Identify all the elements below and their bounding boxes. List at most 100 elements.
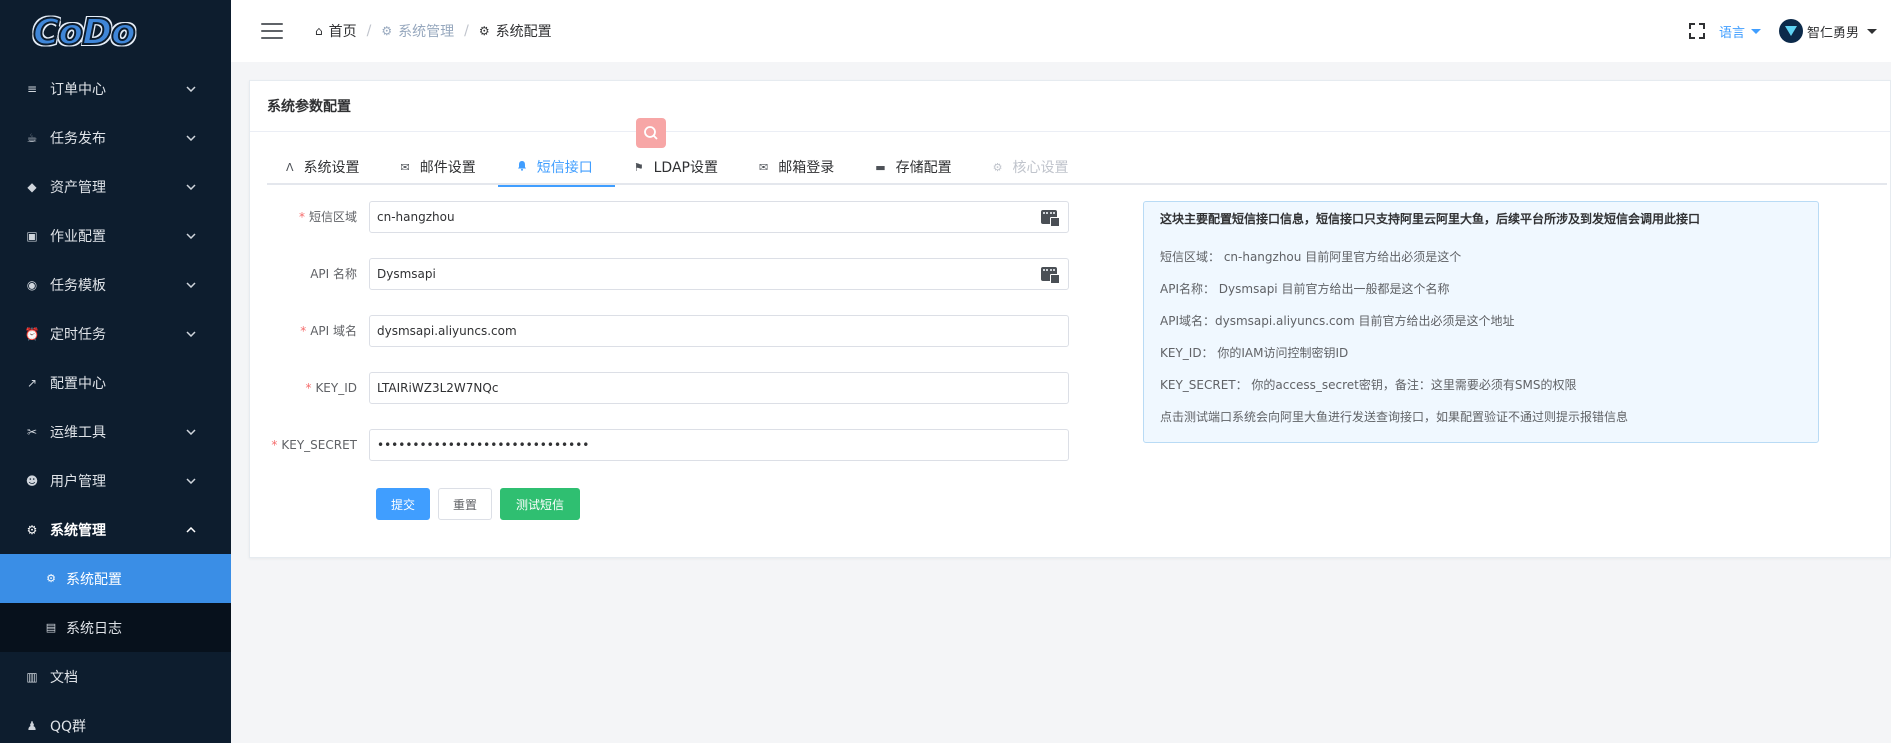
logo[interactable]: CoDo <box>0 0 231 64</box>
chevron-down-icon <box>185 475 197 487</box>
sidebar-item-assets[interactable]: ◆ 资产管理 <box>0 162 231 211</box>
required-mark: * <box>305 381 312 395</box>
form-label: * KEY_ID <box>305 381 357 395</box>
tab-label: 短信接口 <box>536 160 593 176</box>
mail-icon: ✉ <box>400 160 410 174</box>
required-mark: * <box>298 210 305 224</box>
api-domain-field[interactable] <box>369 315 1069 347</box>
gear-icon: ⚙ <box>381 24 393 38</box>
flag-icon: ⚑ <box>633 160 644 174</box>
gear-icon: ⚙ <box>478 24 490 38</box>
tab-sms-interface[interactable]: 短信接口 <box>497 149 615 187</box>
print-icon: ▣ <box>26 228 38 243</box>
sms-region-field[interactable] <box>369 201 1069 233</box>
breadcrumb-label: 首页 <box>328 24 357 40</box>
sidebar-item-label: 配置中心 <box>50 375 106 392</box>
sidebar-item-docs[interactable]: ▥ 文档 <box>0 652 231 701</box>
user-menu[interactable]: 智仁勇男 <box>1778 19 1877 43</box>
sidebar-item-label: 系统配置 <box>66 571 122 588</box>
sidebar-subitem-system-config[interactable]: ⚙ 系统配置 <box>0 554 231 603</box>
tab-storage-config[interactable]: ▬ 存储配置 <box>856 149 973 185</box>
list-icon: ≡ <box>26 81 38 96</box>
breadcrumb-system: ⚙ 系统管理 <box>381 21 454 41</box>
info-line: API名称： Dysmsapi 目前官方给出一般都是这个名称 <box>1160 282 1450 296</box>
breadcrumb-separator: / <box>464 23 469 39</box>
chevron-down-icon <box>185 426 197 438</box>
form-label: API 名称 <box>310 267 357 281</box>
info-title: 这块主要配置短信接口信息，短信接口只支持阿里云阿里大鱼，后续平台所涉及到发短信会… <box>1160 212 1701 226</box>
language-dropdown[interactable]: 语言 <box>1719 22 1761 41</box>
sidebar-item-cron[interactable]: ⏰ 定时任务 <box>0 309 231 358</box>
tab-ldap-settings[interactable]: ⚑ LDAP设置 <box>615 149 740 185</box>
key-secret-input[interactable] <box>377 438 1028 452</box>
info-line: 点击测试端口系统会向阿里大鱼进行发送查询接口，如果配置验证不通过则提示报错信息 <box>1160 410 1629 424</box>
logo-text: CoDo <box>32 11 137 54</box>
tab-label: 核心设置 <box>1012 160 1069 176</box>
envelope-icon: ✉ <box>758 160 769 174</box>
form-row-key-secret: * KEY_SECRET <box>267 429 1087 486</box>
header-actions: 语言 智仁勇男 <box>1688 19 1877 43</box>
card-title: 系统参数配置 <box>250 81 1890 132</box>
sidebar-item-task-template[interactable]: ◉ 任务模板 <box>0 260 231 309</box>
chevron-down-icon <box>185 83 197 95</box>
arrow-up-left-icon: ↗ <box>26 375 38 390</box>
sidebar-item-qq-group[interactable]: ♟ QQ群 <box>0 701 231 743</box>
breadcrumb-system-config: ⚙ 系统配置 <box>479 21 552 41</box>
sidebar-item-job-config[interactable]: ▣ 作业配置 <box>0 211 231 260</box>
required-mark: * <box>271 438 278 452</box>
sms-info-panel: 这块主要配置短信接口信息，短信接口只支持阿里云阿里大鱼，后续平台所涉及到发短信会… <box>1143 201 1819 443</box>
sidebar-item-label: 订单中心 <box>50 81 106 98</box>
tab-system-settings[interactable]: Λ 系统设置 <box>267 149 382 185</box>
info-line: API域名：dysmsapi.aliyuncs.com 目前官方给出必须是这个地… <box>1160 314 1515 328</box>
search-icon[interactable] <box>636 118 666 148</box>
tools-icon: ✂ <box>26 424 38 439</box>
key-id-input[interactable] <box>377 381 1028 395</box>
sidebar-item-label: 资产管理 <box>50 179 106 196</box>
api-name-field[interactable] <box>369 258 1069 290</box>
tab-mail-settings[interactable]: ✉ 邮件设置 <box>382 149 498 185</box>
sidebar-item-users[interactable]: ☻ 用户管理 <box>0 456 231 505</box>
keyboard-icon[interactable] <box>1041 210 1060 227</box>
api-domain-input[interactable] <box>377 324 1028 338</box>
api-name-input[interactable] <box>377 267 1028 281</box>
sidebar-subitem-system-log[interactable]: ▤ 系统日志 <box>0 603 231 652</box>
sidebar-item-system[interactable]: ⚙ 系统管理 <box>0 505 231 554</box>
sidebar-item-task-publish[interactable]: ☕ 任务发布 <box>0 113 231 162</box>
config-tabs: Λ 系统设置 ✉ 邮件设置 短信接口 ⚑ LDAP设置 ✉ 邮箱登录 ▬ 存储配… <box>267 149 1887 187</box>
submit-button[interactable]: 提交 <box>376 488 431 520</box>
sidebar: CoDo ≡ 订单中心 ☕ 任务发布 ◆ 资产管理 ▣ 作业配置 ◉ 任务模板 <box>0 0 231 743</box>
chevron-down-icon <box>185 132 197 144</box>
alarm-icon: ⏰ <box>24 326 40 341</box>
keyboard-icon[interactable] <box>1041 267 1060 284</box>
breadcrumb-home[interactable]: ⌂ 首页 <box>315 21 357 41</box>
chevron-down-icon <box>185 328 197 340</box>
gear-icon: ⚙ <box>992 160 1003 174</box>
sidebar-item-label: 运维工具 <box>50 424 106 441</box>
linux-icon: Λ <box>286 160 294 174</box>
tab-core-settings: ⚙ 核心设置 <box>974 149 1091 185</box>
eye-slash-icon: ◉ <box>26 277 38 292</box>
form-row-api-name: API 名称 <box>267 258 1087 315</box>
chevron-down-icon <box>185 279 197 291</box>
reset-button[interactable]: 重置 <box>438 488 493 520</box>
hamburger-icon[interactable] <box>261 23 283 39</box>
tab-label: LDAP设置 <box>653 160 718 176</box>
caret-down-icon <box>1750 28 1761 34</box>
sidebar-item-config-center[interactable]: ↗ 配置中心 <box>0 358 231 407</box>
key-id-field[interactable] <box>369 372 1069 404</box>
chevron-down-icon <box>185 230 197 242</box>
form-row-sms-region: * 短信区域 <box>267 201 1087 258</box>
sidebar-item-ops-tools[interactable]: ✂ 运维工具 <box>0 407 231 456</box>
key-secret-field[interactable] <box>369 429 1069 461</box>
test-sms-button[interactable]: 测试短信 <box>500 488 581 520</box>
sidebar-item-label: 用户管理 <box>50 473 106 490</box>
sidebar-item-label: 文档 <box>50 669 78 686</box>
bell-icon: ♟ <box>26 718 38 733</box>
form-buttons: 提交 重置 测试短信 <box>376 488 1087 520</box>
sms-region-input[interactable] <box>377 210 1028 224</box>
fullscreen-icon[interactable] <box>1688 23 1705 39</box>
sidebar-item-label: QQ群 <box>50 718 87 735</box>
form-label: * API 域名 <box>300 324 357 338</box>
tab-email-login[interactable]: ✉ 邮箱登录 <box>740 149 856 185</box>
sidebar-item-orders[interactable]: ≡ 订单中心 <box>0 64 231 113</box>
